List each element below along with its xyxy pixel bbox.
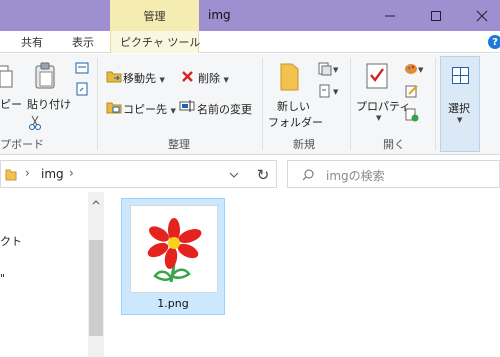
minimize-button[interactable]: [367, 0, 413, 31]
maximize-button[interactable]: [413, 0, 459, 31]
svg-text:▼: ▼: [333, 66, 339, 74]
file-thumbnail: [130, 205, 218, 293]
copy-button[interactable]: ピー: [0, 96, 22, 112]
paste-icon: [35, 62, 55, 89]
copy-path-icon: [75, 62, 89, 74]
properties-icon: [366, 63, 388, 89]
copy-to-icon: [106, 102, 122, 114]
refresh-button[interactable]: ↻: [249, 162, 277, 188]
paste-button[interactable]: 貼り付け: [27, 96, 71, 112]
ribbon-tab-row: 共有 表示 ピクチャ ツール ?: [0, 31, 500, 53]
history-icon: [405, 108, 419, 122]
tab-picture-tools[interactable]: ピクチャ ツール: [120, 34, 200, 50]
select-button[interactable]: 選択 ▼: [440, 56, 480, 152]
move-to-button[interactable]: 移動先 ▼: [123, 70, 165, 86]
group-separator: [350, 58, 351, 150]
group-label-clipboard: プボード: [0, 138, 44, 151]
flower-image: [147, 218, 202, 283]
svg-text:▼: ▼: [418, 66, 424, 74]
refresh-icon: ↻: [256, 166, 270, 184]
move-to-icon: [106, 71, 122, 83]
tab-view[interactable]: 表示: [72, 34, 94, 50]
group-separator: [97, 58, 98, 150]
window-title: img: [208, 8, 231, 22]
group-label-organize: 整理: [168, 138, 190, 151]
copy-icon: [0, 65, 13, 88]
new-folder-icon: [280, 63, 299, 91]
maximize-icon: [431, 10, 441, 21]
select-label: 選択: [448, 102, 470, 115]
new-folder-label-line2: フォルダー: [268, 116, 323, 129]
minimize-icon: [385, 15, 395, 16]
properties-dropdown[interactable]: ▼: [376, 114, 381, 122]
scroll-up-button[interactable]: [88, 194, 104, 210]
close-icon: [476, 10, 488, 21]
search-icon: [302, 169, 314, 181]
chevron-up-icon: [92, 199, 100, 204]
group-separator: [262, 58, 263, 150]
select-dropdown-arrow: ▼: [457, 116, 463, 124]
close-button[interactable]: [459, 0, 500, 31]
help-button[interactable]: ?: [488, 35, 500, 49]
group-separator: [435, 58, 436, 150]
search-input[interactable]: imgの検索: [287, 160, 500, 188]
group-label-open: 開く: [383, 138, 405, 151]
properties-button[interactable]: プロパティ: [356, 98, 410, 114]
new-item-icon: ▼: [318, 62, 339, 76]
delete-button[interactable]: 削除 ▼: [198, 70, 229, 86]
folder-icon: [5, 169, 17, 181]
file-name: 1.png: [157, 297, 189, 310]
breadcrumb-separator-icon[interactable]: ›: [25, 166, 30, 180]
tab-share[interactable]: 共有: [21, 34, 43, 50]
rename-button[interactable]: 名前の変更: [197, 101, 252, 117]
paste-shortcut-icon: [76, 82, 88, 96]
cut-icon: [29, 115, 41, 130]
delete-icon: [182, 71, 193, 82]
svg-text:▼: ▼: [333, 88, 339, 96]
file-item[interactable]: 1.png: [121, 198, 225, 315]
breadcrumb-chevron-icon[interactable]: ›: [69, 166, 74, 180]
select-icon: [452, 67, 469, 84]
nav-item-partial[interactable]: クト: [0, 233, 22, 249]
open-icon: ▼: [405, 64, 424, 74]
context-tab-manage[interactable]: 管理: [110, 0, 199, 31]
chevron-down-icon[interactable]: [229, 172, 239, 178]
rename-icon: [179, 100, 195, 112]
easy-access-icon: ▼: [319, 84, 339, 98]
new-folder-button[interactable]: 新しい: [277, 98, 310, 114]
breadcrumb-current-folder[interactable]: img: [41, 167, 64, 181]
search-placeholder: imgの検索: [326, 169, 385, 183]
nav-item-partial-2[interactable]: ": [0, 272, 5, 285]
edit-icon: [405, 85, 418, 98]
copy-to-button[interactable]: コピー先 ▼: [123, 101, 176, 117]
scrollbar-thumb[interactable]: [89, 240, 103, 336]
ribbon: ピー 貼り付け プボード 移動先 ▼ コピー先 ▼ 削除 ▼ 名前の変更 整理 …: [0, 54, 500, 155]
address-bar[interactable]: › img ›: [0, 160, 277, 188]
group-label-new: 新規: [293, 138, 315, 151]
